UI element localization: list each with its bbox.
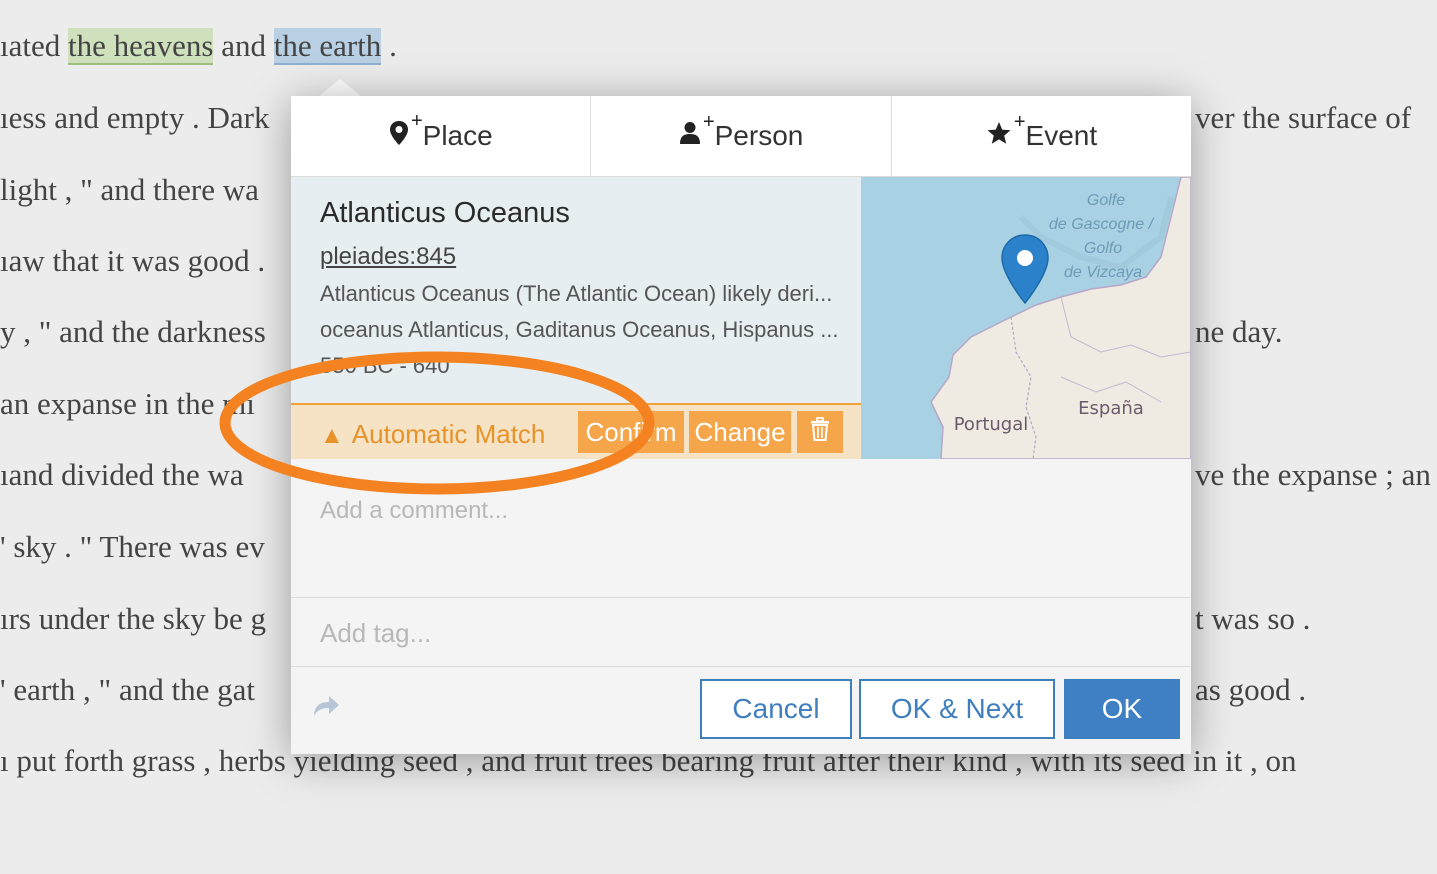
place-date-range: 550 BC - 640 — [320, 353, 450, 378]
user-plus-icon: + — [679, 111, 715, 152]
tab-person[interactable]: + Person — [591, 96, 892, 176]
document-line: ırs under the sky be g — [0, 601, 267, 636]
tab-label: Event — [1025, 120, 1098, 151]
document-line: ıand divided the wa — [0, 457, 244, 492]
map-canvas: Golfe de Gascogne / Golfo de Vizcaya Por… — [861, 177, 1191, 459]
map-label: Portugal — [954, 414, 1029, 435]
document-line-right: as good . — [1195, 672, 1307, 707]
tab-event[interactable]: + Event — [892, 96, 1191, 176]
map-label: Golfo — [1084, 240, 1122, 257]
popup-footer: Cancel OK & Next OK — [291, 667, 1191, 754]
trash-icon — [810, 416, 830, 448]
map-label: de Gascogne / — [1049, 216, 1155, 233]
document-line: ' sky . " There was ev — [0, 529, 265, 564]
document-line: ıess and empty . Dark — [0, 100, 270, 135]
entity-type-tabs: + Place + Person + Event — [291, 96, 1191, 177]
share-icon[interactable] — [311, 693, 341, 725]
comment-placeholder: Add a comment... — [320, 497, 509, 524]
cancel-button[interactable]: Cancel — [700, 679, 852, 739]
star-plus-icon: + — [986, 111, 1026, 152]
document-line: an expanse in the mi — [0, 386, 255, 421]
tab-place[interactable]: + Place — [291, 96, 592, 176]
ok-button[interactable]: OK — [1064, 679, 1180, 739]
place-uri-link[interactable]: pleiades:845 — [320, 243, 456, 271]
place-map[interactable]: Golfe de Gascogne / Golfo de Vizcaya Por… — [861, 177, 1191, 459]
confirm-button[interactable]: Confirm — [578, 411, 684, 453]
tag-input[interactable]: Add tag... — [291, 598, 1191, 667]
place-title: Atlanticus Oceanus — [320, 197, 570, 229]
tab-label: Person — [714, 120, 804, 151]
map-label: de Vizcaya — [1064, 264, 1142, 281]
document-line: ıated the heavens and the earth . — [0, 28, 397, 65]
warning-icon: ▲ — [320, 422, 344, 449]
text-fragment: and — [213, 28, 274, 63]
document-line-right: t was so . — [1195, 601, 1311, 636]
text-fragment: ıated — [0, 28, 68, 63]
annotation-highlight-place[interactable]: the heavens — [68, 28, 214, 65]
tab-label: Place — [422, 120, 493, 151]
document-line-right: ne day. — [1195, 314, 1283, 349]
document-line: ' earth , " and the gat — [0, 672, 255, 707]
automatic-match-label: ▲ Automatic Match — [320, 419, 545, 450]
ok-next-button[interactable]: OK & Next — [859, 679, 1055, 739]
place-alt-names: oceanus Atlanticus, Gaditanus Oceanus, H… — [320, 317, 839, 342]
place-description: Atlanticus Oceanus (The Atlantic Ocean) … — [320, 281, 833, 306]
document-line: light , " and there wa — [0, 172, 259, 207]
annotation-highlight-selected[interactable]: the earth — [273, 28, 382, 65]
document-line: y , " and the darkness — [0, 314, 266, 349]
delete-button[interactable] — [797, 411, 843, 453]
popup-pointer — [318, 79, 362, 97]
tag-placeholder: Add tag... — [320, 618, 432, 648]
document-line-right: ve the expanse ; an — [1195, 457, 1431, 492]
change-button[interactable]: Change — [689, 411, 791, 453]
document-line-right: ver the surface of — [1195, 100, 1412, 135]
place-card: Atlanticus Oceanus pleiades:845 Atlantic… — [291, 177, 861, 403]
map-label: Golfe — [1087, 192, 1125, 209]
document-line: ıaw that it was good . — [0, 243, 266, 278]
map-marker-plus-icon: + — [389, 110, 423, 153]
comment-field[interactable]: Add a comment... — [291, 459, 1191, 598]
text-fragment: . — [381, 28, 397, 63]
match-status-text: Automatic Match — [351, 419, 546, 449]
annotation-editor-popup: + Place + Person + Event Atlanticus Ocea… — [291, 96, 1191, 754]
match-status-bar: ▲ Automatic Match Confirm Change — [291, 403, 861, 461]
map-label: España — [1078, 398, 1144, 419]
